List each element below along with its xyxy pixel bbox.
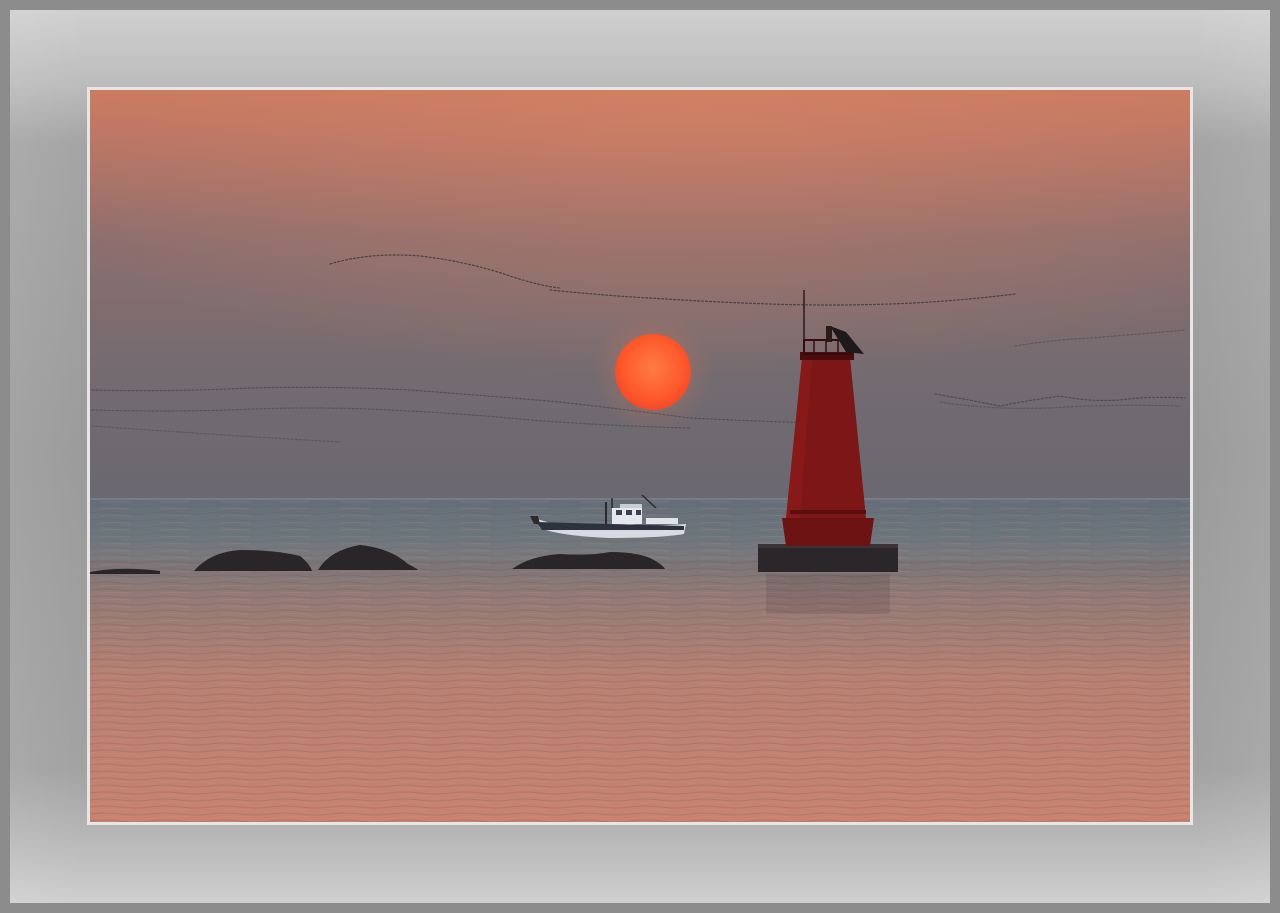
picture-frame: [0, 0, 1280, 913]
sunset-scene: [90, 90, 1190, 822]
sun: [615, 334, 691, 410]
photograph: [90, 90, 1190, 822]
